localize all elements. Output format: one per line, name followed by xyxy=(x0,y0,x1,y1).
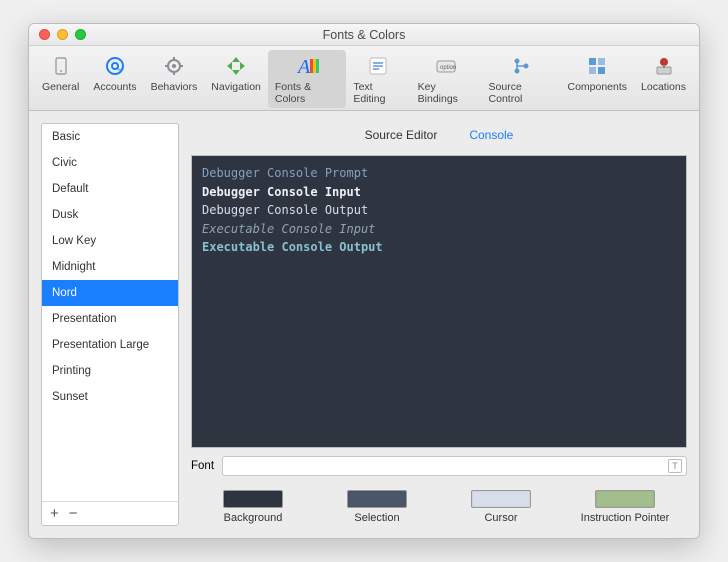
theme-item-selected[interactable]: Nord xyxy=(42,280,178,306)
toolbar-label: Components xyxy=(567,81,627,93)
navigation-icon xyxy=(222,52,250,80)
svg-text:option: option xyxy=(440,65,456,71)
content-area: Basic Civic Default Dusk Low Key Midnigh… xyxy=(29,111,699,538)
well-label: Cursor xyxy=(484,512,517,524)
font-field[interactable]: T xyxy=(222,456,687,476)
remove-theme-button[interactable]: − xyxy=(69,505,78,522)
zoom-icon[interactable] xyxy=(75,29,86,40)
toolbar-label: Source Control xyxy=(489,81,554,105)
editor-line[interactable]: Debugger Console Output xyxy=(202,201,676,220)
toolbar-label: General xyxy=(42,81,79,93)
toolbar-label: Fonts & Colors xyxy=(275,81,339,105)
general-icon xyxy=(47,52,75,80)
well-cursor: Cursor xyxy=(439,490,563,524)
editor-line[interactable]: Executable Console Output xyxy=(202,238,676,257)
main-panel: Source Editor Console Debugger Console P… xyxy=(191,123,687,526)
toolbar-behaviors[interactable]: Behaviors xyxy=(144,50,205,108)
color-wells-row: Background Selection Cursor Instruction … xyxy=(191,484,687,526)
theme-item[interactable]: Presentation xyxy=(42,306,178,332)
theme-item[interactable]: Presentation Large xyxy=(42,332,178,358)
font-label: Font xyxy=(191,460,214,472)
toolbar-label: Navigation xyxy=(211,81,261,93)
toolbar-text-editing[interactable]: Text Editing xyxy=(346,50,410,108)
window-title: Fonts & Colors xyxy=(29,28,699,42)
toolbar-general[interactable]: General xyxy=(35,50,86,108)
well-background: Background xyxy=(191,490,315,524)
theme-item[interactable]: Sunset xyxy=(42,384,178,410)
theme-item[interactable]: Midnight xyxy=(42,254,178,280)
theme-sidebar: Basic Civic Default Dusk Low Key Midnigh… xyxy=(41,123,179,526)
toolbar-components[interactable]: Components xyxy=(560,50,634,108)
components-icon xyxy=(583,52,611,80)
sidebar-footer: + − xyxy=(42,501,178,525)
theme-item[interactable]: Civic xyxy=(42,150,178,176)
editor-line[interactable]: Debugger Console Prompt xyxy=(202,164,676,183)
toolbar-label: Behaviors xyxy=(151,81,198,93)
editor-line[interactable]: Debugger Console Input xyxy=(202,183,676,202)
traffic-lights xyxy=(29,29,86,40)
tab-console[interactable]: Console xyxy=(453,125,529,145)
selection-color-well[interactable] xyxy=(347,490,407,508)
fonts-colors-icon: A xyxy=(293,52,321,80)
editor-line[interactable]: Executable Console Input xyxy=(202,220,676,239)
well-selection: Selection xyxy=(315,490,439,524)
toolbar-label: Accounts xyxy=(93,81,136,93)
toolbar-key-bindings[interactable]: option Key Bindings xyxy=(411,50,482,108)
theme-item[interactable]: Basic xyxy=(42,124,178,150)
cursor-color-well[interactable] xyxy=(471,490,531,508)
well-instruction-pointer: Instruction Pointer xyxy=(563,490,687,524)
toolbar-accounts[interactable]: Accounts xyxy=(86,50,143,108)
toolbar-source-control[interactable]: Source Control xyxy=(482,50,561,108)
key-bindings-icon: option xyxy=(432,52,460,80)
svg-text:A: A xyxy=(296,56,311,78)
toolbar-label: Locations xyxy=(641,81,686,93)
preview-editor[interactable]: Debugger Console PromptDebugger Console … xyxy=(191,155,687,448)
titlebar: Fonts & Colors xyxy=(29,24,699,46)
font-picker-icon[interactable]: T xyxy=(668,459,682,473)
editor-tabs: Source Editor Console xyxy=(191,123,687,147)
toolbar-fonts-colors[interactable]: A Fonts & Colors xyxy=(268,50,346,108)
close-icon[interactable] xyxy=(39,29,50,40)
add-theme-button[interactable]: + xyxy=(50,505,59,522)
tab-source-editor[interactable]: Source Editor xyxy=(349,125,454,145)
font-row: Font T xyxy=(191,456,687,476)
well-label: Instruction Pointer xyxy=(581,512,670,524)
instruction-pointer-color-well[interactable] xyxy=(595,490,655,508)
theme-item[interactable]: Low Key xyxy=(42,228,178,254)
source-control-icon xyxy=(507,52,535,80)
theme-item[interactable]: Dusk xyxy=(42,202,178,228)
toolbar-label: Key Bindings xyxy=(418,81,475,105)
theme-list[interactable]: Basic Civic Default Dusk Low Key Midnigh… xyxy=(42,124,178,501)
toolbar-navigation[interactable]: Navigation xyxy=(204,50,268,108)
toolbar-label: Text Editing xyxy=(353,81,403,105)
preferences-window: Fonts & Colors General Accounts Behavior… xyxy=(28,23,700,539)
theme-item[interactable]: Default xyxy=(42,176,178,202)
background-color-well[interactable] xyxy=(223,490,283,508)
theme-item[interactable]: Printing xyxy=(42,358,178,384)
toolbar-locations[interactable]: Locations xyxy=(634,50,693,108)
well-label: Selection xyxy=(354,512,399,524)
gear-icon xyxy=(160,52,188,80)
minimize-icon[interactable] xyxy=(57,29,68,40)
well-label: Background xyxy=(224,512,283,524)
at-icon xyxy=(101,52,129,80)
locations-icon xyxy=(650,52,678,80)
toolbar: General Accounts Behaviors Navigation A … xyxy=(29,46,699,111)
text-editing-icon xyxy=(364,52,392,80)
